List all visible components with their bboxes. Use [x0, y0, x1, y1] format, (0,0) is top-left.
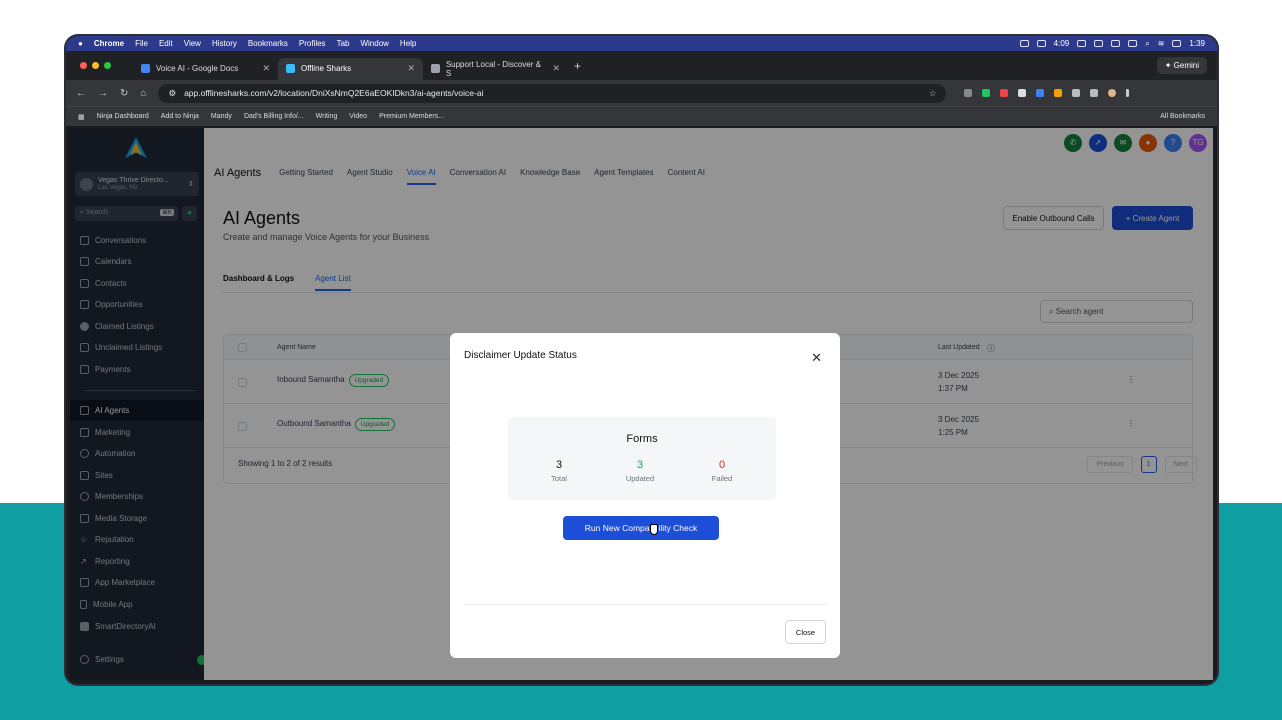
menu-help[interactable]: Help [400, 39, 416, 48]
bookmark-dads-billing[interactable]: Dad's Billing Info/... [244, 113, 304, 120]
apps-grid-icon[interactable]: ▦ [78, 113, 85, 121]
pen-extension-icon[interactable] [1018, 89, 1027, 97]
modal-title: Disclaimer Update Status [464, 350, 577, 361]
bookmark-star-icon[interactable]: ☆ [929, 88, 937, 99]
bookmark-video[interactable]: Video [349, 113, 367, 120]
close-icon[interactable]: ✕ [262, 63, 270, 74]
extension-icon[interactable] [964, 89, 973, 97]
disclaimer-status-modal: Disclaimer Update Status ✕ Forms 3 Total… [450, 333, 840, 658]
menu-file[interactable]: File [135, 39, 148, 48]
url-text[interactable]: app.offlinesharks.com/v2/location/DniXsN… [184, 88, 483, 98]
address-toolbar: ← → ↻ ⌂ ⚙ app.offlinesharks.com/v2/locat… [66, 80, 1217, 106]
menu-window[interactable]: Window [360, 39, 388, 48]
menu-tab[interactable]: Tab [337, 39, 350, 48]
extensions [964, 89, 1130, 97]
browser-tabbar: Voice AI - Google Docs ✕ Offline Sharks … [66, 51, 1217, 80]
extension-icon[interactable] [1036, 89, 1045, 97]
address-bar[interactable]: ⚙ app.offlinesharks.com/v2/location/DniX… [158, 83, 947, 103]
tab-title: Offline Sharks [301, 64, 352, 73]
close-button[interactable]: Close [785, 620, 826, 644]
bookmark-ninja-dashboard[interactable]: Ninja Dashboard [97, 113, 149, 120]
tab-google-docs[interactable]: Voice AI - Google Docs ✕ [133, 58, 278, 80]
forms-title: Forms [626, 433, 658, 445]
failed-label: Failed [711, 474, 733, 483]
sidepanel-icon[interactable] [1090, 89, 1099, 97]
google-docs-icon [141, 64, 150, 73]
extension-icon[interactable] [1054, 89, 1063, 97]
bookmarks-bar: ▦ Ninja Dashboard Add to Ninja Mandy Dad… [66, 106, 1217, 126]
support-local-icon [431, 64, 440, 73]
updated-value: 3 [636, 459, 644, 471]
updated-label: Updated [625, 474, 655, 483]
gemini-button[interactable]: ✦ Gemini [1156, 57, 1207, 74]
status-icon[interactable] [1111, 40, 1121, 47]
battery-icon[interactable] [1172, 40, 1182, 47]
minimize-window-button[interactable] [92, 62, 99, 69]
app-viewport: Vegas Thrive Directo... Las Vegas, NV ⇕ … [70, 128, 1213, 680]
back-icon[interactable]: ← [76, 88, 86, 99]
status-icon[interactable] [1019, 40, 1029, 47]
bookmark-add-to-ninja[interactable]: Add to Ninja [161, 113, 199, 120]
bookmark-mandy[interactable]: Mandy [211, 113, 232, 120]
status-icon[interactable] [1077, 40, 1087, 47]
menu-edit[interactable]: Edit [159, 39, 173, 48]
all-bookmarks[interactable]: All Bookmarks [1160, 113, 1205, 120]
close-icon[interactable]: ✕ [407, 63, 415, 74]
stat-updated: 3 Updated [610, 459, 670, 483]
menu-bookmarks[interactable]: Bookmarks [248, 39, 288, 48]
stat-failed: 0 Failed [692, 459, 752, 483]
gemini-label: Gemini [1173, 61, 1199, 70]
screen-share-icon[interactable] [1128, 40, 1138, 47]
dropbox-icon[interactable] [1094, 40, 1104, 47]
calendar-extension-icon[interactable] [1000, 89, 1009, 97]
tab-title: Support Local - Discover & S [445, 59, 541, 78]
close-window-button[interactable] [80, 62, 87, 69]
bookmark-premium-members[interactable]: Premium Members... [379, 113, 444, 120]
wifi-icon[interactable]: ≋ [1158, 39, 1165, 48]
failed-value: 0 [718, 459, 726, 471]
menu-profiles[interactable]: Profiles [299, 39, 326, 48]
search-icon[interactable]: ⌕ [1145, 39, 1149, 49]
offline-sharks-icon [286, 64, 295, 73]
laptop-screen: ● Chrome File Edit View History Bookmark… [66, 36, 1217, 684]
home-icon[interactable]: ⌂ [140, 88, 146, 99]
new-tab-button[interactable]: + [574, 59, 581, 73]
more-menu-icon[interactable] [1126, 89, 1130, 97]
profile-icon[interactable] [1108, 89, 1117, 97]
apple-icon[interactable]: ● [78, 39, 83, 48]
total-label: Total [551, 474, 567, 483]
timer-readout[interactable]: 4:09 [1054, 39, 1070, 48]
tab-offline-sharks[interactable]: Offline Sharks ✕ [278, 57, 423, 80]
total-value: 3 [555, 459, 563, 471]
mac-menubar: ● Chrome File Edit View History Bookmark… [66, 36, 1217, 51]
forward-icon[interactable]: → [98, 88, 108, 99]
zoom-window-button[interactable] [104, 62, 111, 69]
bookmark-writing[interactable]: Writing [316, 113, 338, 120]
menu-history[interactable]: History [212, 39, 237, 48]
pointer-cursor-icon [650, 524, 658, 535]
site-settings-icon[interactable]: ⚙ [168, 88, 176, 99]
reload-icon[interactable]: ↻ [120, 88, 128, 99]
close-icon[interactable]: ✕ [811, 350, 822, 366]
tab-title: Voice AI - Google Docs [156, 64, 239, 73]
menu-chrome[interactable]: Chrome [94, 39, 124, 48]
forms-summary-card: Forms 3 Total 3 Updated 0 Failed [508, 417, 776, 500]
menu-view[interactable]: View [184, 39, 201, 48]
run-compatibility-check-button[interactable]: Run New Compatibility Check [563, 516, 719, 540]
tab-support-local[interactable]: Support Local - Discover & S ✕ [423, 58, 568, 80]
close-icon[interactable]: ✕ [552, 63, 560, 74]
stat-total: 3 Total [529, 459, 589, 483]
modal-divider [464, 604, 826, 605]
extension-icon[interactable] [982, 89, 991, 97]
puzzle-icon[interactable] [1072, 89, 1081, 97]
clock[interactable]: 1:39 [1189, 39, 1205, 48]
window-controls [80, 62, 111, 69]
status-icon[interactable] [1036, 40, 1046, 47]
menubar-status: 4:09 ⌕ ≋ 1:39 [1019, 39, 1205, 49]
